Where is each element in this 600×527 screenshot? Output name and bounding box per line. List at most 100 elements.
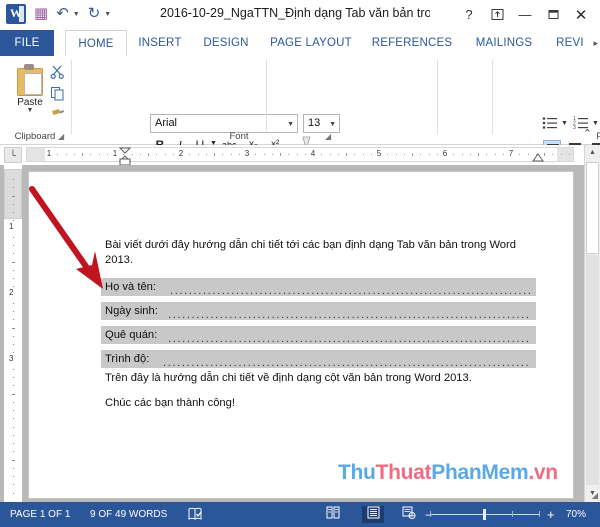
tab-page-layout[interactable]: PAGE LAYOUT bbox=[266, 30, 356, 56]
save-icon[interactable]: ▦ bbox=[34, 4, 48, 24]
ruler-dot bbox=[197, 154, 199, 155]
zoom-in-button[interactable]: + bbox=[547, 507, 555, 522]
undo-dropdown-icon[interactable]: ▼ bbox=[73, 11, 80, 18]
tab-review[interactable]: REVI bbox=[550, 30, 590, 56]
document-page[interactable]: Bài viết dưới đây hướng dẫn chi tiết tới… bbox=[28, 171, 574, 499]
web-layout-button[interactable] bbox=[398, 506, 420, 523]
format-painter-icon[interactable] bbox=[50, 108, 65, 125]
ruler-dot bbox=[156, 154, 158, 155]
tab-references[interactable]: REFERENCES bbox=[366, 30, 458, 56]
zoom-level[interactable]: 70% bbox=[566, 509, 586, 520]
numbering-dropdown-icon[interactable]: ▼ bbox=[592, 120, 599, 127]
ruler-number: 3 bbox=[244, 149, 250, 158]
print-layout-icon bbox=[367, 506, 379, 519]
zoom-slider-thumb[interactable] bbox=[483, 509, 486, 520]
tab-leader-1: ........................................… bbox=[170, 285, 530, 296]
ruler-half-tick bbox=[544, 153, 545, 156]
paste-button[interactable]: Paste ▼ bbox=[8, 62, 52, 128]
ruler-half-tick bbox=[148, 153, 149, 156]
ruler-dot bbox=[502, 154, 504, 155]
proofing-errors-icon[interactable] bbox=[188, 507, 203, 524]
scroll-up-icon[interactable]: ▲ bbox=[585, 145, 600, 161]
undo-icon[interactable]: ↶ bbox=[56, 4, 69, 24]
watermark-part-4: .vn bbox=[528, 461, 558, 484]
ruler-dot bbox=[98, 154, 100, 155]
window-title: 2016-10-29_NgaTTN_Định dạng Tab văn bản … bbox=[160, 6, 430, 20]
resize-grip-icon[interactable]: ◢ bbox=[592, 491, 598, 500]
ruler-half-tick bbox=[82, 153, 83, 156]
print-layout-button[interactable] bbox=[362, 506, 384, 523]
scissors-icon bbox=[50, 65, 64, 79]
watermark-part-2: Thuat bbox=[375, 461, 432, 484]
tab-mailings[interactable]: MAILINGS bbox=[466, 30, 542, 56]
ruler-dot bbox=[106, 154, 108, 155]
ruler-band[interactable]: 1 1 2 3 4 5 6 7 bbox=[26, 147, 574, 166]
signoff-paragraph: Chúc các bạn thành công! bbox=[105, 397, 235, 409]
help-button[interactable]: ? bbox=[456, 4, 482, 25]
ruler-half-tick bbox=[346, 153, 347, 156]
ruler-dot bbox=[486, 154, 488, 155]
tab-design[interactable]: DESIGN bbox=[196, 30, 256, 56]
vertical-dot bbox=[13, 352, 14, 354]
tab-stop-selector[interactable]: └ bbox=[4, 147, 22, 163]
ruler-dot bbox=[469, 154, 471, 155]
ruler-dot bbox=[354, 154, 356, 155]
vertical-dot bbox=[13, 443, 14, 444]
paste-dropdown-icon[interactable]: ▼ bbox=[8, 107, 52, 114]
scrollbar-track[interactable] bbox=[586, 255, 599, 485]
bullets-dropdown-icon[interactable]: ▼ bbox=[561, 120, 568, 127]
ruler-half-tick bbox=[478, 153, 479, 156]
ruler-dot bbox=[65, 154, 67, 155]
tab-file[interactable]: FILE bbox=[0, 30, 54, 56]
word-icon bbox=[6, 4, 26, 24]
ruler-dot bbox=[453, 154, 455, 155]
ruler-dot bbox=[329, 154, 331, 155]
ruler-dot bbox=[164, 154, 166, 155]
vertical-scrollbar[interactable]: ▲ ▼ bbox=[584, 145, 600, 502]
copy-icon[interactable] bbox=[50, 86, 65, 104]
vertical-dot bbox=[13, 484, 14, 486]
word-count[interactable]: 9 OF 49 WORDS bbox=[90, 509, 167, 520]
ruler-dot bbox=[73, 154, 75, 155]
read-mode-button[interactable] bbox=[322, 506, 344, 523]
right-indent-marker[interactable] bbox=[532, 153, 544, 163]
vertical-dot bbox=[13, 335, 14, 337]
vertical-ruler-number: 1 bbox=[9, 222, 14, 231]
title-bar: ▦ ↶ ▼ ↻ ▼ 2016-10-29_NgaTTN_Định dạng Ta… bbox=[0, 0, 600, 30]
vertical-dot bbox=[13, 302, 14, 304]
horizontal-ruler: └ 1 1 2 3 4 5 6 7 bbox=[0, 145, 600, 166]
close-button[interactable]: ✕ bbox=[568, 4, 594, 25]
redo-icon[interactable]: ↻ bbox=[88, 4, 101, 24]
ruler-dot bbox=[139, 154, 141, 155]
minimize-button[interactable]: — bbox=[512, 4, 538, 25]
ruler-dot bbox=[238, 154, 240, 155]
group-editing: Editing ▼ bbox=[493, 56, 549, 144]
intro-paragraph: Bài viết dưới đây hướng dẫn chi tiết tới… bbox=[105, 239, 516, 266]
ruler-dot bbox=[57, 154, 59, 155]
maximize-button[interactable] bbox=[540, 4, 566, 25]
collapse-ribbon-icon[interactable]: ⌃ bbox=[583, 127, 592, 140]
ruler-dot bbox=[337, 154, 339, 155]
vertical-dot bbox=[13, 418, 14, 420]
clipboard-dialog-launcher[interactable]: ◢ bbox=[58, 132, 64, 141]
page-info[interactable]: PAGE 1 OF 1 bbox=[10, 509, 70, 520]
more-tabs-icon[interactable]: ▸ bbox=[593, 38, 598, 49]
tab-home[interactable]: HOME bbox=[65, 30, 127, 56]
tab-leader-4: ........................................… bbox=[163, 357, 530, 368]
vertical-dot bbox=[13, 203, 14, 205]
ribbon-display-options-button[interactable] bbox=[484, 4, 510, 25]
ruler-number: 7 bbox=[508, 149, 514, 158]
ruler-dot bbox=[568, 154, 570, 155]
ruler-dot bbox=[296, 154, 298, 155]
vertical-dot bbox=[13, 253, 14, 255]
customize-qat-icon[interactable]: ▼ bbox=[104, 11, 111, 18]
tab-insert[interactable]: INSERT bbox=[133, 30, 187, 56]
watermark-part-3: PhanMem bbox=[431, 461, 529, 484]
scrollbar-thumb[interactable] bbox=[586, 162, 599, 254]
ruler-dot bbox=[205, 154, 207, 155]
vertical-dot bbox=[13, 451, 14, 453]
cut-icon[interactable] bbox=[50, 64, 65, 82]
ruler-dot bbox=[230, 154, 232, 155]
quick-access-toolbar: ▦ ↶ ▼ ↻ ▼ bbox=[6, 4, 111, 24]
ruler-dot bbox=[494, 154, 496, 155]
